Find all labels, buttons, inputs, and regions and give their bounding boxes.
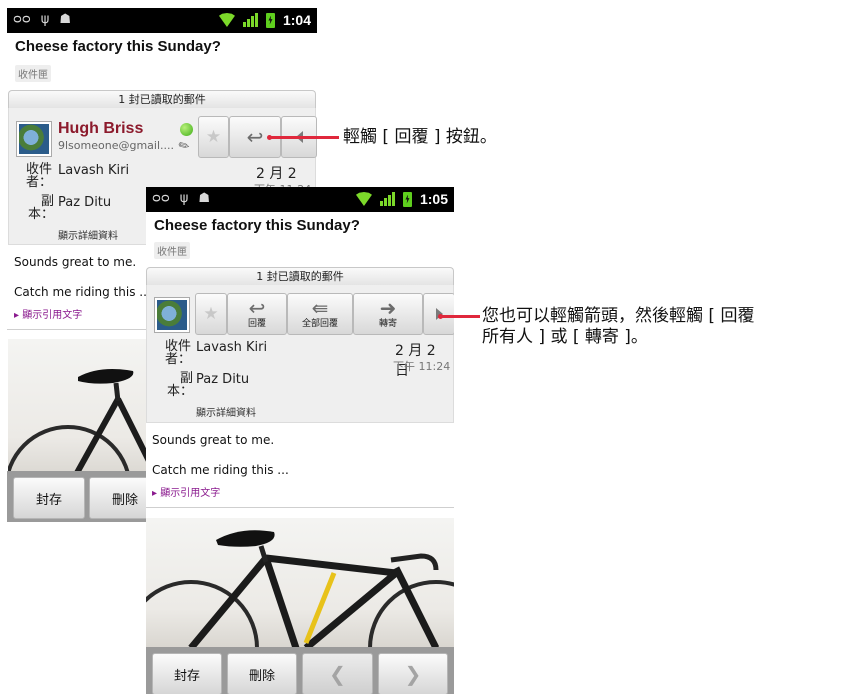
show-details-link[interactable]: 顯示詳細資料: [58, 227, 118, 242]
divider: [146, 507, 454, 508]
body-line-2: Catch me riding this ...: [152, 463, 289, 477]
status-bar: ᴑᴑ ψ ☗ 1:05: [146, 187, 454, 212]
voicemail-icon: ᴑᴑ: [13, 12, 31, 27]
older-message-button[interactable]: ❯: [378, 653, 448, 694]
more-callout-line-2: 所有人 ] 或 [ 轉寄 ]。: [482, 327, 648, 347]
star-button[interactable]: ★: [198, 116, 229, 158]
usb-icon: ψ: [179, 191, 189, 206]
reply-all-arrow-icon: ⇚: [311, 296, 329, 320]
more-callout-line-1: 您也可以輕觸箭頭，然後輕觸 [ 回覆: [482, 306, 755, 326]
folder-label[interactable]: 收件匣: [154, 242, 190, 259]
sender-name: Hugh Briss: [58, 120, 144, 137]
callout-line: [269, 136, 339, 139]
show-quoted-text-link[interactable]: ▸ 顯示引用文字: [14, 306, 82, 321]
callout-line: [440, 315, 480, 318]
attachment-icon: ✎: [175, 137, 193, 156]
android-debug-icon: ☗: [59, 12, 72, 27]
reply-arrow-icon: ↩: [246, 125, 264, 149]
avatar[interactable]: [17, 122, 51, 156]
body-line-2: Catch me riding this ...: [14, 285, 151, 299]
android-debug-icon: ☗: [198, 191, 211, 206]
front-email-screen: ᴑᴑ ψ ☗ 1:05 Cheese factory this Sunday? …: [146, 187, 454, 694]
to-label: 收件者：: [26, 162, 53, 190]
to-label: 收件者：: [165, 339, 192, 367]
show-details-link[interactable]: 顯示詳細資料: [196, 404, 256, 419]
archive-button[interactable]: 封存: [152, 653, 222, 694]
to-recipient[interactable]: Lavash Kiri: [58, 163, 129, 178]
cc-recipient[interactable]: Paz Ditu: [196, 372, 249, 387]
folder-label[interactable]: 收件匣: [15, 65, 51, 82]
reply-all-label: 全部回覆: [301, 319, 338, 329]
status-bar: ᴑᴑ ψ ☗ 1:04: [7, 8, 317, 33]
reply-label: 回覆: [247, 319, 266, 329]
more-actions-callout-text: 您也可以輕觸箭頭，然後輕觸 [ 回覆 所有人 ] 或 [ 轉寄 ]。: [482, 306, 860, 348]
chevron-left-icon: ❮: [329, 662, 346, 686]
cc-recipient[interactable]: Paz Ditu: [58, 195, 111, 210]
usb-icon: ψ: [40, 12, 50, 27]
avatar[interactable]: [155, 298, 189, 332]
to-recipient[interactable]: Lavash Kiri: [196, 340, 267, 355]
forward-button[interactable]: ➜ 轉寄: [353, 293, 423, 335]
battery-charging-icon: [402, 191, 412, 207]
sender-email: 9lsomeone@gmail....: [58, 139, 175, 152]
read-messages-banner[interactable]: 1 封已讀取的郵件: [8, 90, 316, 108]
forward-label: 轉寄: [378, 319, 397, 329]
reply-button[interactable]: ↩ 回覆: [227, 293, 287, 335]
online-status-icon: [180, 123, 193, 136]
newer-message-button[interactable]: ❮: [302, 653, 373, 694]
bottom-action-bar: 封存 刪除 ❮ ❯: [146, 647, 454, 694]
cc-label: 副本：: [166, 371, 193, 399]
archive-button[interactable]: 封存: [13, 477, 85, 519]
email-subject: Cheese factory this Sunday?: [154, 217, 360, 234]
reply-callout-text: 輕觸 [ 回覆 ] 按鈕。: [343, 127, 497, 147]
bicycle-photo: [146, 518, 454, 648]
status-time: 1:05: [419, 191, 448, 207]
body-line-1: Sounds great to me.: [14, 255, 137, 269]
reply-arrow-icon: ↩: [248, 296, 266, 320]
voicemail-icon: ᴑᴑ: [152, 191, 170, 206]
delete-button[interactable]: 刪除: [227, 653, 297, 694]
star-icon: ★: [203, 304, 219, 324]
forward-arrow-icon: ➜: [379, 296, 397, 320]
star-button[interactable]: ★: [195, 293, 227, 335]
battery-charging-icon: [265, 12, 275, 28]
status-time: 1:04: [282, 12, 311, 28]
signal-icon: [379, 192, 395, 206]
signal-icon: [242, 13, 258, 27]
message-time: 下午 11:24: [393, 360, 451, 373]
chevron-right-icon: ❯: [404, 662, 422, 686]
reply-all-button[interactable]: ⇚ 全部回覆: [287, 293, 353, 335]
cc-label: 副本：: [27, 194, 54, 222]
show-quoted-text-link[interactable]: ▸ 顯示引用文字: [152, 484, 220, 499]
body-line-1: Sounds great to me.: [152, 433, 275, 447]
star-icon: ★: [205, 127, 222, 147]
wifi-icon: [355, 192, 372, 206]
email-subject: Cheese factory this Sunday?: [15, 38, 221, 55]
wifi-icon: [218, 13, 235, 27]
read-messages-banner[interactable]: 1 封已讀取的郵件: [146, 267, 454, 285]
message-header: ★ ↩ 回覆 ⇚ 全部回覆 ➜ 轉寄 收件者： Lavash Kiri 副本： …: [146, 285, 454, 423]
